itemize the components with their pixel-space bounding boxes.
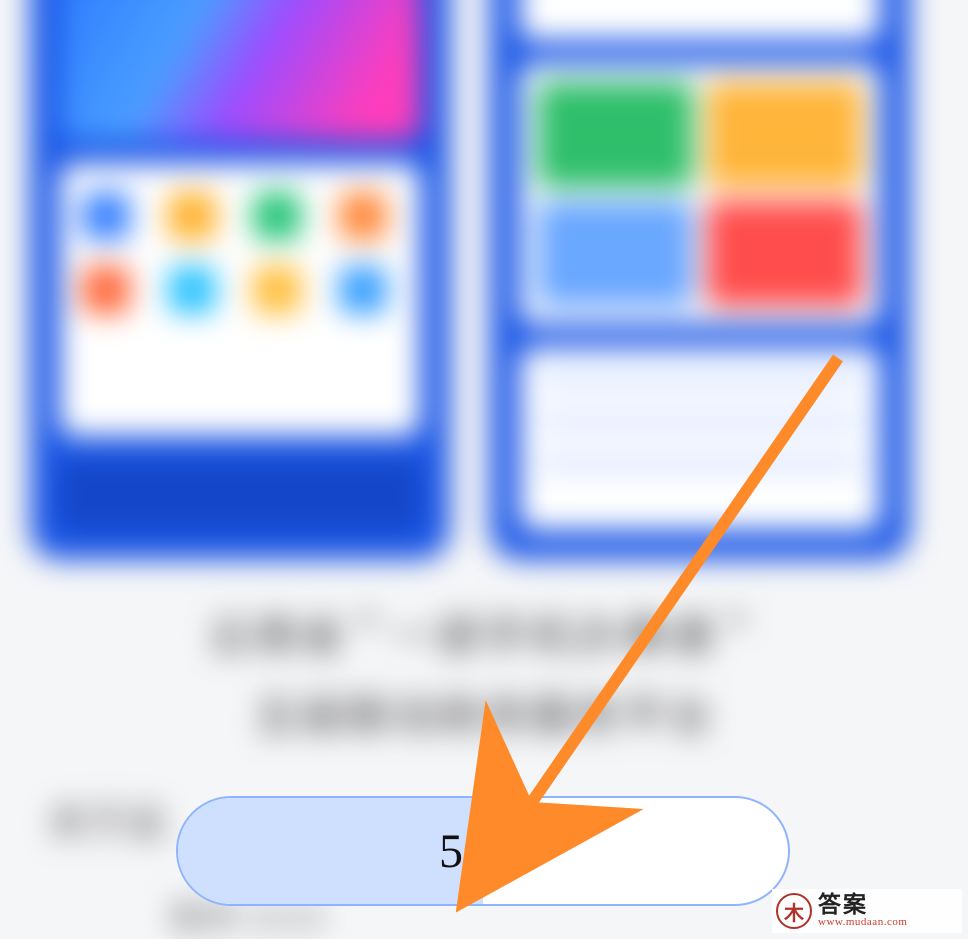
preview-cards <box>30 0 910 560</box>
card2-tile-grid <box>520 64 880 324</box>
watermark: 木 答案 www.mudaan.com <box>772 889 962 933</box>
watermark-sub-text: www.mudaan.com <box>818 917 907 929</box>
card1-icon-grid <box>60 164 420 436</box>
progress-text: 50% <box>176 796 790 906</box>
watermark-icon: 木 <box>776 893 812 929</box>
preview-card-2 <box>490 0 910 560</box>
description-line-2: 五级联动政务服务平台 <box>40 680 928 744</box>
download-progress[interactable]: 50% <box>176 796 790 906</box>
card1-banner <box>60 0 420 140</box>
watermark-main-text: 答案 <box>818 893 907 917</box>
description-line-1: 云南省＂一部手机办事通＂ <box>40 600 928 664</box>
card2-list <box>520 348 880 530</box>
about-label: 关于此 <box>48 790 168 848</box>
card1-bottom-bar <box>60 460 420 530</box>
card2-top-bar <box>520 0 880 40</box>
preview-card-1 <box>30 0 450 560</box>
